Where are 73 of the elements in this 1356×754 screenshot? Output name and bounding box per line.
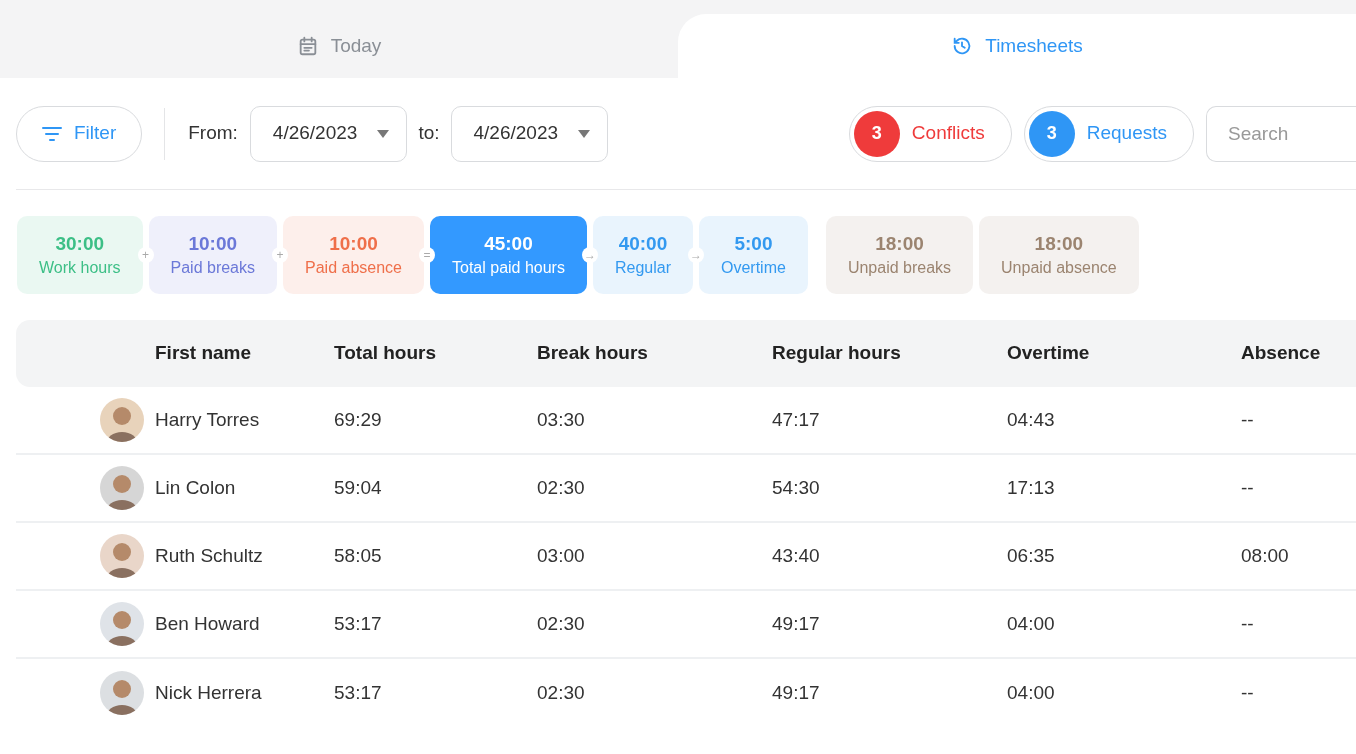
avatar-icon bbox=[100, 602, 144, 646]
avatar-icon bbox=[100, 671, 144, 715]
table-cell-text: 08:00 bbox=[1241, 543, 1289, 568]
column-header: Absence bbox=[1241, 342, 1321, 364]
summary-label: Regular bbox=[614, 258, 671, 278]
avatar-icon bbox=[100, 466, 144, 510]
table-cell-text: -- bbox=[1241, 680, 1254, 705]
table-cell-text: 69:29 bbox=[334, 407, 382, 432]
table-cell-text: Ruth Schultz bbox=[155, 543, 263, 568]
table-cell-text: Harry Torres bbox=[155, 407, 260, 432]
table-cell-text: 02:30 bbox=[537, 611, 585, 636]
count-badge: 3 bbox=[853, 110, 900, 157]
summary-label: Unpaid breaks bbox=[847, 258, 952, 278]
table-cell-text: Lin Colon bbox=[155, 475, 236, 500]
table-cell-text: 49:17 bbox=[772, 611, 820, 636]
search-field[interactable]: Search bbox=[1206, 105, 1356, 162]
summary-value: 30:00 bbox=[55, 232, 105, 256]
date-dropdown[interactable]: 4/26/2023 bbox=[249, 105, 408, 162]
summary-value: 40:00 bbox=[618, 232, 668, 256]
avatar-icon bbox=[100, 398, 144, 442]
to-label: to: bbox=[418, 121, 440, 146]
column-header: Overtime bbox=[1007, 342, 1090, 364]
table-cell-text: 03:30 bbox=[537, 407, 585, 432]
table-cell-text: -- bbox=[1241, 475, 1254, 500]
summary-label: Total paid hours bbox=[452, 258, 565, 278]
summary-value: 45:00 bbox=[484, 232, 533, 256]
tab[interactable]: Today bbox=[0, 14, 678, 78]
column-header: Total hours bbox=[334, 342, 437, 364]
table-cell-text: 54:30 bbox=[772, 475, 820, 500]
table-cell-text: 03:00 bbox=[537, 543, 585, 568]
table-cell-text: 02:30 bbox=[537, 680, 585, 705]
summary-label: Overtime bbox=[721, 258, 786, 278]
table-cell-text: 53:17 bbox=[334, 680, 382, 705]
caret-icon bbox=[578, 129, 591, 138]
operator-sign: + bbox=[137, 247, 154, 263]
summary-value: 18:00 bbox=[1034, 232, 1084, 256]
operator-sign: + bbox=[272, 247, 288, 263]
caret-icon bbox=[377, 129, 390, 138]
table-cell-text: -- bbox=[1241, 407, 1254, 432]
from-label: From: bbox=[188, 121, 238, 146]
date-dropdown[interactable]: 4/26/2023 bbox=[450, 105, 609, 162]
table-cell-text: Nick Herrera bbox=[155, 680, 262, 705]
table-cell-text: 47:17 bbox=[772, 407, 820, 432]
table-cell-text: 17:13 bbox=[1007, 475, 1055, 500]
operator-sign: = bbox=[419, 247, 435, 263]
summary-label: Paid absence bbox=[305, 258, 402, 278]
tab[interactable]: Timesheets bbox=[678, 14, 1356, 78]
table-cell-text: Ben Howard bbox=[155, 611, 260, 636]
column-header: Break hours bbox=[537, 342, 648, 364]
count-badge: 3 bbox=[1028, 110, 1075, 157]
summary-label: Work hours bbox=[39, 258, 121, 278]
column-header: Regular hours bbox=[772, 342, 901, 364]
summary-value: 10:00 bbox=[329, 232, 378, 256]
summary-label: Unpaid absence bbox=[1001, 258, 1117, 278]
summary-label: Paid breaks bbox=[170, 258, 255, 278]
table-cell-text: 04:00 bbox=[1007, 611, 1055, 636]
table-cell-text: 02:30 bbox=[537, 475, 585, 500]
table-cell-text: -- bbox=[1241, 611, 1254, 636]
table-cell-text: 49:17 bbox=[772, 680, 820, 705]
table-cell-text: 06:35 bbox=[1007, 543, 1055, 568]
table-cell-text: 04:00 bbox=[1007, 680, 1055, 705]
table-cell-text: 53:17 bbox=[334, 611, 382, 636]
operator-sign: → bbox=[688, 247, 704, 263]
avatar-icon bbox=[100, 534, 144, 578]
summary-value: 5:00 bbox=[734, 232, 773, 256]
table-cell-text: 04:43 bbox=[1007, 407, 1055, 432]
table-cell-text: 43:40 bbox=[772, 543, 820, 568]
filter-icon bbox=[42, 125, 62, 142]
table-cell-text: 59:04 bbox=[334, 475, 382, 500]
summary-value: 10:00 bbox=[188, 232, 238, 256]
column-header: First name bbox=[155, 342, 252, 364]
summary-value: 18:00 bbox=[875, 232, 924, 256]
table-cell-text: 58:05 bbox=[334, 543, 382, 568]
